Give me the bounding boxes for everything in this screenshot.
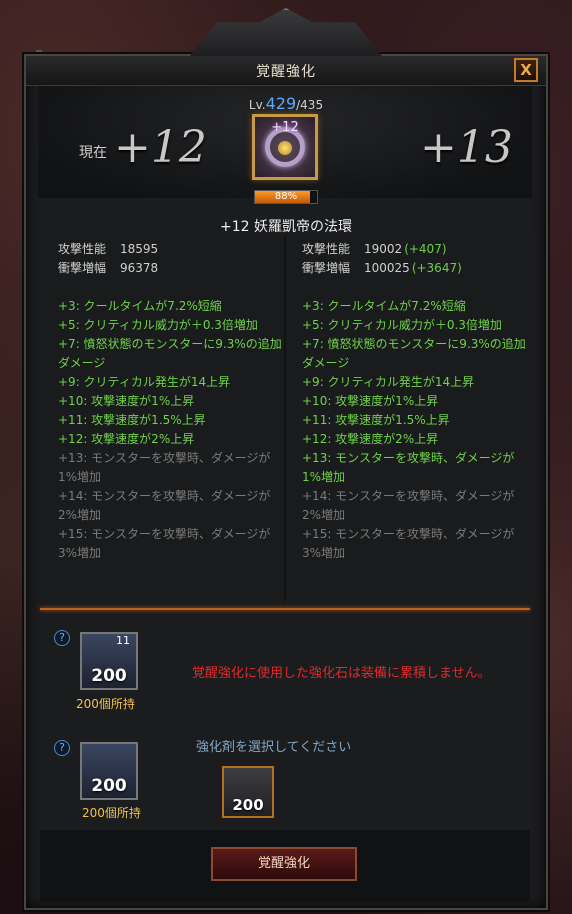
stone-count: 200	[91, 666, 127, 686]
stat-value: 96378	[120, 261, 159, 275]
stone-help-icon[interactable]: ?	[54, 630, 70, 646]
effect-line: +5: クリティカル威力が＋0.3倍増加	[58, 318, 258, 332]
effect-line: +13: モンスターを攻撃時、ダメージが1%増加	[302, 451, 515, 484]
dialog-title: 覚醒強化	[256, 63, 316, 80]
effect-line: +7: 憤怒状態のモンスターに9.3%の追加ダメージ	[58, 337, 282, 370]
stat-row: 攻撃性能 19002 (+407)	[302, 240, 532, 259]
stat-name: 衝撃増幅	[302, 261, 351, 275]
item-slot[interactable]: +12	[252, 114, 318, 180]
effect-line: +5: クリティカル威力が＋0.3倍増加	[302, 318, 502, 332]
effect-line: +9: クリティカル発生が14上昇	[58, 375, 231, 389]
stat-row: 衝撃増幅 100025 (+3647)	[302, 259, 532, 278]
effect-line: +7: 憤怒状態のモンスターに9.3%の追加ダメージ	[302, 337, 526, 370]
agent-help-icon[interactable]: ?	[54, 740, 70, 756]
item-plus-label: +12	[271, 120, 299, 135]
level-prefix: Lv.	[248, 98, 266, 112]
warning-text: 覚醒強化に使用した強化石は装備に累積しません。	[192, 666, 491, 681]
effect-line: +14: モンスターを攻撃時、ダメージが2%増加	[302, 489, 515, 522]
stat-name: 攻撃性能	[302, 242, 351, 256]
stone-level: 11	[116, 634, 130, 647]
stat-delta: (+407)	[404, 242, 447, 256]
stat-row: 攻撃性能 18595	[58, 240, 288, 259]
effect-line: +13: モンスターを攻撃時、ダメージが1%増加	[58, 451, 271, 484]
effect-line: +10: 攻撃速度が1%上昇	[58, 394, 195, 408]
stat-value: 18595	[120, 242, 159, 256]
stat-row: 衝撃増幅 96378	[58, 259, 288, 278]
section-divider	[40, 608, 530, 610]
stone-slot[interactable]: 11 200	[80, 632, 138, 690]
effect-line: +3: クールタイムが7.2%短縮	[302, 299, 466, 313]
title-bar[interactable]: 覚醒強化 X	[26, 56, 546, 86]
effect-line: +14: モンスターを攻撃時、ダメージが2%増加	[58, 489, 271, 522]
stone-owned: 200個所持	[76, 697, 135, 711]
effect-line: +10: 攻撃速度が1%上昇	[302, 394, 439, 408]
effect-line: +3: クールタイムが7.2%短縮	[58, 299, 222, 313]
stat-delta: (+3647)	[411, 261, 462, 275]
effect-line: +12: 攻撃速度が2%上昇	[58, 432, 195, 446]
progress-label: 88%	[274, 191, 298, 202]
stat-name: 衝撃増幅	[58, 261, 107, 275]
next-stats-column: 攻撃性能 19002 (+407) 衝撃増幅 100025 (+3647) +3: クール…	[302, 240, 532, 563]
current-stats-column: 攻撃性能 18595 衝撃増幅 96378 +3: クールタイムが7.2%短縮 +5: …	[58, 240, 288, 563]
agent-slot[interactable]: 200	[80, 742, 138, 800]
level-display: Lv.429/435	[0, 94, 572, 113]
effect-line: +15: モンスターを攻撃時、ダメージが3%増加	[58, 527, 271, 560]
next-enhance-level: +13	[420, 122, 513, 173]
current-label: 現在	[79, 145, 107, 161]
effect-line: +12: 攻撃速度が2%上昇	[302, 432, 439, 446]
level-current: 429	[265, 94, 297, 113]
selected-agent-slot[interactable]: 200	[222, 766, 274, 818]
gem-icon	[278, 141, 292, 155]
effect-line: +11: 攻撃速度が1.5%上昇	[58, 413, 206, 427]
level-max: /435	[296, 98, 324, 112]
selected-agent-count: 200	[232, 796, 264, 814]
close-button[interactable]: X	[514, 58, 538, 82]
agent-count: 200	[91, 776, 127, 796]
effect-line: +11: 攻撃速度が1.5%上昇	[302, 413, 450, 427]
stat-name: 攻撃性能	[58, 242, 107, 256]
current-enhance-level: +12	[114, 122, 207, 173]
agent-hint: 強化剤を選択してください	[196, 740, 352, 755]
stat-value: 19002	[364, 242, 403, 256]
effect-line: +9: クリティカル発生が14上昇	[302, 375, 475, 389]
enhance-progress-bar: 88%	[254, 190, 318, 204]
awaken-button[interactable]: 覚醒強化	[211, 847, 357, 881]
effect-line: +15: モンスターを攻撃時、ダメージが3%増加	[302, 527, 515, 560]
stat-value: 100025	[364, 261, 410, 275]
agent-owned: 200個所持	[82, 806, 141, 820]
